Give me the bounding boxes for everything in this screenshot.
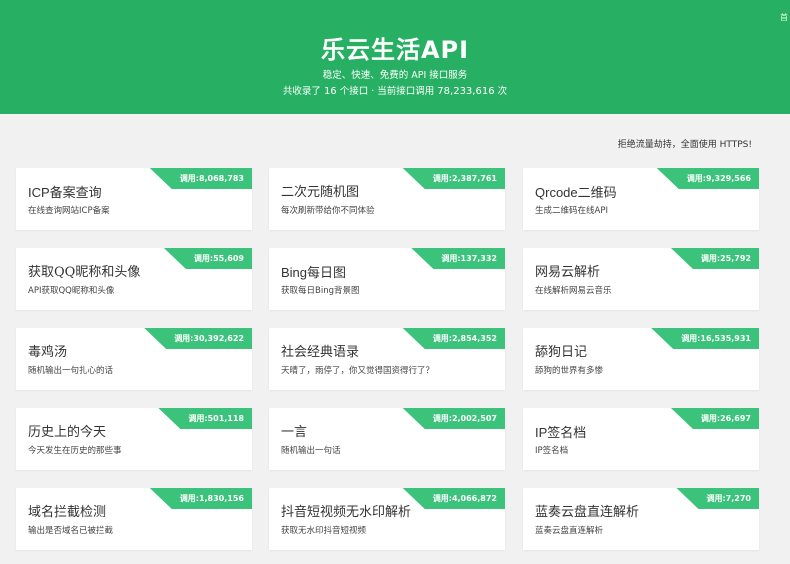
- api-card-title: Qrcode二维码: [535, 185, 617, 200]
- api-card-qq-info[interactable]: 调用:55,609 获取QQ昵称和头像 API获取QQ昵称和头像: [16, 248, 252, 310]
- api-card-description: 获取每日Bing背景图: [281, 286, 360, 296]
- call-count-badge: 调用:9,329,566: [656, 168, 759, 189]
- hero-banner: 首 乐云生活API 稳定、快速、免费的 API 接口服务 共收录了 16 个接口…: [0, 0, 790, 114]
- call-count-badge: 调用:2,002,507: [402, 408, 505, 429]
- api-card-today-in-history[interactable]: 调用:501,118 历史上的今天 今天发生在历史的那些事: [16, 408, 252, 470]
- api-card-douyin-parser[interactable]: 调用:4,066,872 抖音短视频无水印解析 获取无水印抖音短视频: [269, 488, 505, 550]
- call-count-badge: 调用:2,387,761: [402, 168, 505, 189]
- api-card-description: 今天发生在历史的那些事: [28, 446, 122, 456]
- api-card-grid: 调用:8,068,783 ICP备案查询 在线查询网站ICP备案 调用:2,38…: [16, 168, 759, 553]
- api-card-title: 蓝奏云盘直连解析: [535, 505, 640, 520]
- page-subtitle: 稳定、快速、免费的 API 接口服务: [322, 70, 468, 81]
- api-card-description: API获取QQ昵称和头像: [28, 286, 115, 296]
- api-card-qrcode[interactable]: 调用:9,329,566 Qrcode二维码 生成二维码在线API: [523, 168, 759, 230]
- call-count-badge: 调用:1,830,156: [149, 488, 252, 509]
- call-count-badge: 调用:30,392,622: [144, 328, 252, 349]
- api-card-classic-quotes[interactable]: 调用:2,854,352 社会经典语录 天晴了，雨停了，你又觉得国资得行了？: [269, 328, 505, 390]
- call-count-badge: 调用:55,609: [163, 248, 252, 269]
- api-card-description: 在线解析网易云音乐: [535, 286, 612, 296]
- call-count-badge: 调用:7,270: [676, 488, 759, 509]
- api-card-anime-image[interactable]: 调用:2,387,761 二次元随机图 每次刷新带给你不同体验: [269, 168, 505, 230]
- https-notice: 拒绝流量劫持，全面使用 HTTPS!: [617, 140, 752, 150]
- api-card-description: 随机输出一句扎心的话: [28, 366, 114, 376]
- call-count-badge: 调用:8,068,783: [149, 168, 252, 189]
- api-card-description: 蓝奏云盘直连解析: [535, 526, 604, 536]
- call-count-badge: 调用:25,792: [670, 248, 759, 269]
- stats-line: 共收录了 16 个接口 · 当前接口调用 78,233,616 次: [0, 86, 790, 98]
- api-card-title: 毒鸡汤: [28, 345, 68, 360]
- call-count-badge: 调用:4,066,872: [402, 488, 505, 509]
- api-card-description: 输出是否域名已被拦截: [28, 526, 114, 536]
- api-card-simp-diary[interactable]: 调用:16,535,931 舔狗日记 舔狗的世界有多惨: [523, 328, 759, 390]
- api-card-toxic-soup[interactable]: 调用:30,392,622 毒鸡汤 随机输出一句扎心的话: [16, 328, 252, 390]
- api-card-title: IP签名档: [535, 425, 587, 440]
- api-card-hitokoto[interactable]: 调用:2,002,507 一言 随机输出一句话: [269, 408, 505, 470]
- page-title: 乐云生活API: [320, 36, 470, 64]
- api-card-description: 获取无水印抖音短视频: [281, 526, 367, 536]
- api-card-icp[interactable]: 调用:8,068,783 ICP备案查询 在线查询网站ICP备案: [16, 168, 252, 230]
- api-count: 16: [323, 86, 337, 97]
- call-count-badge: 调用:26,697: [670, 408, 759, 429]
- api-card-description: 在线查询网站ICP备案: [28, 206, 110, 216]
- api-card-title: ICP备案查询: [28, 185, 102, 200]
- page-bottom-edge: [0, 556, 790, 564]
- call-count-badge: 调用:501,118: [158, 408, 252, 429]
- api-card-title: 网易云解析: [535, 265, 601, 280]
- top-right-nav-link[interactable]: 首: [778, 12, 790, 23]
- api-card-description: 生成二维码在线API: [535, 206, 608, 216]
- api-card-title: 抖音短视频无水印解析: [281, 505, 412, 520]
- api-card-bing-daily[interactable]: 调用:137,332 Bing每日图 获取每日Bing背景图: [269, 248, 505, 310]
- total-calls: 78,233,616: [437, 86, 495, 97]
- api-card-title: Bing每日图: [281, 265, 347, 280]
- api-card-title: 社会经典语录: [281, 345, 360, 360]
- call-count-badge: 调用:16,535,931: [651, 328, 759, 349]
- call-count-badge: 调用:137,332: [411, 248, 505, 269]
- api-card-title: 域名拦截检测: [28, 505, 107, 520]
- stats-mid: 个接口 · 当前接口调用: [339, 86, 435, 97]
- api-card-title: 二次元随机图: [281, 185, 360, 200]
- api-card-netease-music[interactable]: 调用:25,792 网易云解析 在线解析网易云音乐: [523, 248, 759, 310]
- api-card-description: 舔狗的世界有多惨: [535, 366, 604, 376]
- api-card-title: 获取QQ昵称和头像: [28, 265, 141, 280]
- api-card-description: IP签名档: [535, 446, 569, 456]
- api-card-ip-signature[interactable]: 调用:26,697 IP签名档 IP签名档: [523, 408, 759, 470]
- api-card-domain-block-check[interactable]: 调用:1,830,156 域名拦截检测 输出是否域名已被拦截: [16, 488, 252, 550]
- api-card-title: 舔狗日记: [535, 345, 588, 360]
- api-card-description: 天晴了，雨停了，你又觉得国资得行了？: [281, 366, 435, 376]
- stats-suffix: 次: [497, 86, 508, 97]
- api-card-description: 每次刷新带给你不同体验: [281, 206, 375, 216]
- api-card-lanzou-parser[interactable]: 调用:7,270 蓝奏云盘直连解析 蓝奏云盘直连解析: [523, 488, 759, 550]
- api-card-title: 历史上的今天: [28, 425, 107, 440]
- stats-prefix: 共收录了: [282, 86, 321, 97]
- call-count-badge: 调用:2,854,352: [402, 328, 505, 349]
- api-card-title: 一言: [281, 425, 308, 440]
- api-card-description: 随机输出一句话: [281, 446, 341, 456]
